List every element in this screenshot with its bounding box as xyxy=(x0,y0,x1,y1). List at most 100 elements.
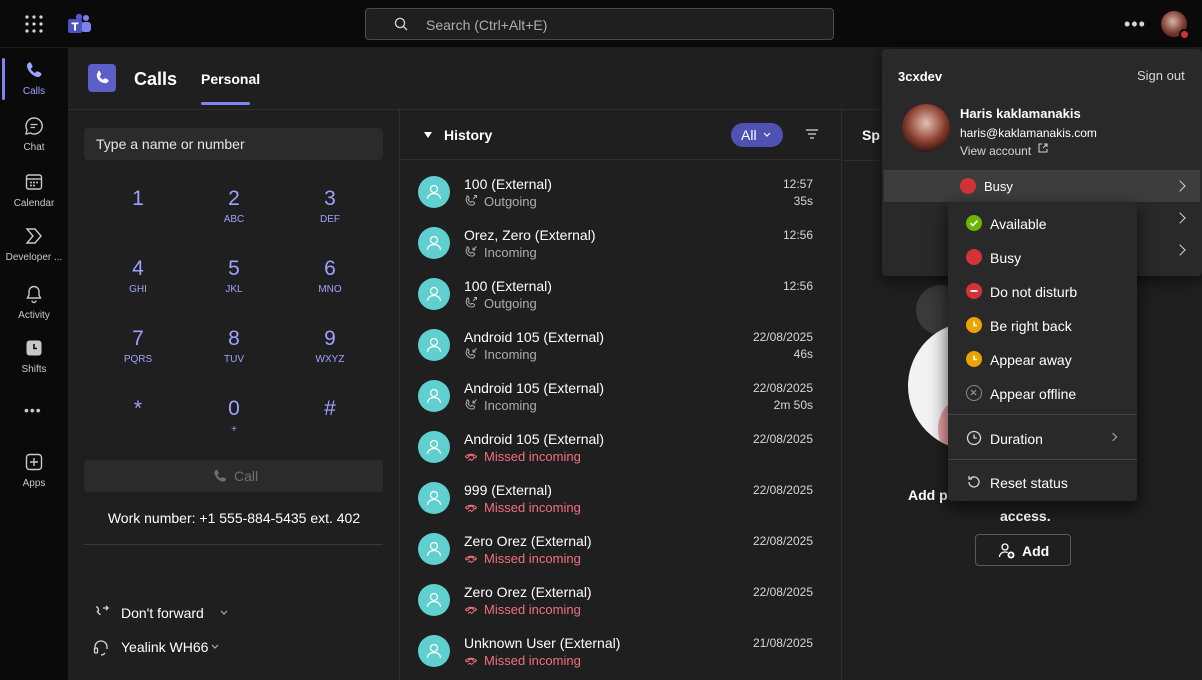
dial-key-digit: * xyxy=(133,397,143,420)
history-row[interactable]: 100 (External) Outgoing 12:57 35s xyxy=(400,167,842,218)
empty-state-text: Add p xyxy=(908,487,948,503)
phone-icon xyxy=(26,62,42,78)
menu-item-label: Do not disturb xyxy=(990,284,1078,300)
dial-key-0[interactable]: 1 xyxy=(108,186,168,236)
call-button-label: Call xyxy=(234,468,259,484)
dial-key-digit: 2 xyxy=(228,187,240,210)
person-icon xyxy=(426,337,442,353)
device-label: Yealink WH66 xyxy=(121,639,209,655)
menu-item-available[interactable]: Available xyxy=(948,206,1137,240)
call-time: 12:56 xyxy=(782,228,813,242)
chevron-right-icon[interactable] xyxy=(1174,212,1186,224)
person-icon xyxy=(426,184,442,200)
rail-item-chat[interactable]: Chat xyxy=(0,108,68,160)
dial-key-3[interactable]: 4 GHI xyxy=(108,256,168,306)
chat-icon xyxy=(25,117,43,135)
filter-all-dropdown[interactable]: All xyxy=(731,123,783,147)
dial-key-2[interactable]: 3 DEF xyxy=(300,186,360,236)
dial-key-8[interactable]: 9 WXYZ xyxy=(300,326,360,376)
more-options-icon[interactable]: ••• xyxy=(1124,14,1146,35)
call-button[interactable]: Call xyxy=(84,460,383,492)
call-duration: 46s xyxy=(793,347,813,361)
number-input[interactable] xyxy=(84,128,383,160)
dial-key-digit: 3 xyxy=(324,187,336,210)
collapse-caret-icon[interactable] xyxy=(424,132,432,138)
rail-item-calls[interactable]: Calls xyxy=(0,52,68,104)
status-selector[interactable]: Busy xyxy=(884,170,1200,202)
rail-item-activity[interactable]: Activity xyxy=(0,276,68,328)
tab-personal[interactable]: Personal xyxy=(201,71,260,87)
view-account-link[interactable]: View account xyxy=(960,144,1031,158)
person-icon xyxy=(426,286,442,302)
menu-item-duration[interactable]: Duration xyxy=(948,421,1137,455)
busy-status-icon xyxy=(966,249,982,265)
menu-item-appear-offline[interactable]: Appear offline xyxy=(948,376,1137,410)
speed-dial-heading: Sp xyxy=(862,127,880,143)
person-icon xyxy=(426,439,442,455)
history-row[interactable]: Android 105 (External) Missed incoming 22/… xyxy=(400,422,842,473)
menu-item-busy[interactable]: Busy xyxy=(948,240,1137,274)
history-row[interactable]: 999 (External) Missed incoming 22/08/2025 xyxy=(400,473,842,524)
add-contact-button[interactable]: Add xyxy=(975,534,1071,566)
be-right-back-status-icon xyxy=(966,317,982,333)
dial-key-digit: 1 xyxy=(132,187,144,210)
call-time: 12:56 xyxy=(782,279,813,293)
user-name: Haris kaklamanakis xyxy=(960,106,1081,121)
menu-item-reset-status[interactable]: Reset status xyxy=(948,465,1137,499)
user-email: haris@kaklamanakis.com xyxy=(960,126,1097,140)
empty-state-text-2: access. xyxy=(1000,508,1051,524)
presence-busy-icon xyxy=(1179,29,1190,40)
add-button-label: Add xyxy=(1022,543,1050,559)
rail-item-shifts[interactable]: Shifts xyxy=(0,330,68,382)
history-row[interactable]: Android 105 (External) Incoming 22/08/2025… xyxy=(400,320,842,371)
history-title[interactable]: History xyxy=(444,127,492,143)
person-icon xyxy=(426,643,442,659)
chevron-right-icon[interactable] xyxy=(1174,244,1186,256)
dial-key-11[interactable]: # xyxy=(300,396,360,446)
rail-item-apps[interactable]: Apps xyxy=(0,444,68,496)
dial-key-9[interactable]: * xyxy=(108,396,168,446)
app-launcher-icon[interactable] xyxy=(24,14,44,34)
filter-icon[interactable] xyxy=(805,127,819,141)
dial-key-letters: WXYZ xyxy=(315,354,345,365)
person-icon xyxy=(426,490,442,506)
contact-name: 100 (External) xyxy=(464,278,552,294)
dial-key-10[interactable]: 0 + xyxy=(204,396,264,446)
history-row[interactable]: 100 (External) Outgoing 12:56 xyxy=(400,269,842,320)
dial-key-letters: TUV xyxy=(224,354,244,365)
profile-avatar[interactable] xyxy=(1161,11,1190,40)
forward-label: Don't forward xyxy=(121,605,204,621)
history-row[interactable]: Android 105 (External) Incoming 22/08/2025… xyxy=(400,371,842,422)
menu-item-be-right-back[interactable]: Be right back xyxy=(948,308,1137,342)
rail-item-calendar[interactable]: Calendar xyxy=(0,164,68,216)
rail-label: Activity xyxy=(18,310,50,321)
call-type: Incoming xyxy=(484,398,537,413)
menu-item-do-not-disturb[interactable]: Do not disturb xyxy=(948,274,1137,308)
history-row[interactable]: Zero Orez (External) Missed incoming 22/08… xyxy=(400,524,842,575)
contact-avatar xyxy=(418,635,450,667)
sign-out-link[interactable]: Sign out xyxy=(1137,68,1185,83)
contact-avatar xyxy=(418,533,450,565)
menu-item-appear-away[interactable]: Appear away xyxy=(948,342,1137,376)
missed-call-icon xyxy=(464,602,478,621)
rail-item-developer[interactable]: Developer ... xyxy=(0,218,68,270)
dial-key-digit: 8 xyxy=(228,327,240,350)
history-row[interactable]: Unknown User (External) Missed incoming 21… xyxy=(400,626,842,677)
dial-key-digit: 4 xyxy=(132,257,144,280)
dial-key-1[interactable]: 2 ABC xyxy=(204,186,264,236)
search-bar[interactable]: Search (Ctrl+Alt+E) xyxy=(365,8,834,40)
contact-name: Orez, Zero (External) xyxy=(464,227,596,243)
contact-avatar xyxy=(418,176,450,208)
top-bar: Search (Ctrl+Alt+E) ••• xyxy=(0,0,1202,48)
call-duration: 35s xyxy=(793,194,813,208)
dial-key-7[interactable]: 8 TUV xyxy=(204,326,264,376)
dial-key-4[interactable]: 5 JKL xyxy=(204,256,264,306)
call-type: Missed incoming xyxy=(484,449,581,464)
divider xyxy=(84,544,383,545)
history-row[interactable]: Zero Orez (External) Missed incoming 22/08… xyxy=(400,575,842,626)
more-apps-icon[interactable]: ••• xyxy=(24,402,42,418)
dial-key-5[interactable]: 6 MNO xyxy=(300,256,360,306)
person-icon xyxy=(426,235,442,251)
history-row[interactable]: Orez, Zero (External) Incoming 12:56 xyxy=(400,218,842,269)
dial-key-6[interactable]: 7 PQRS xyxy=(108,326,168,376)
